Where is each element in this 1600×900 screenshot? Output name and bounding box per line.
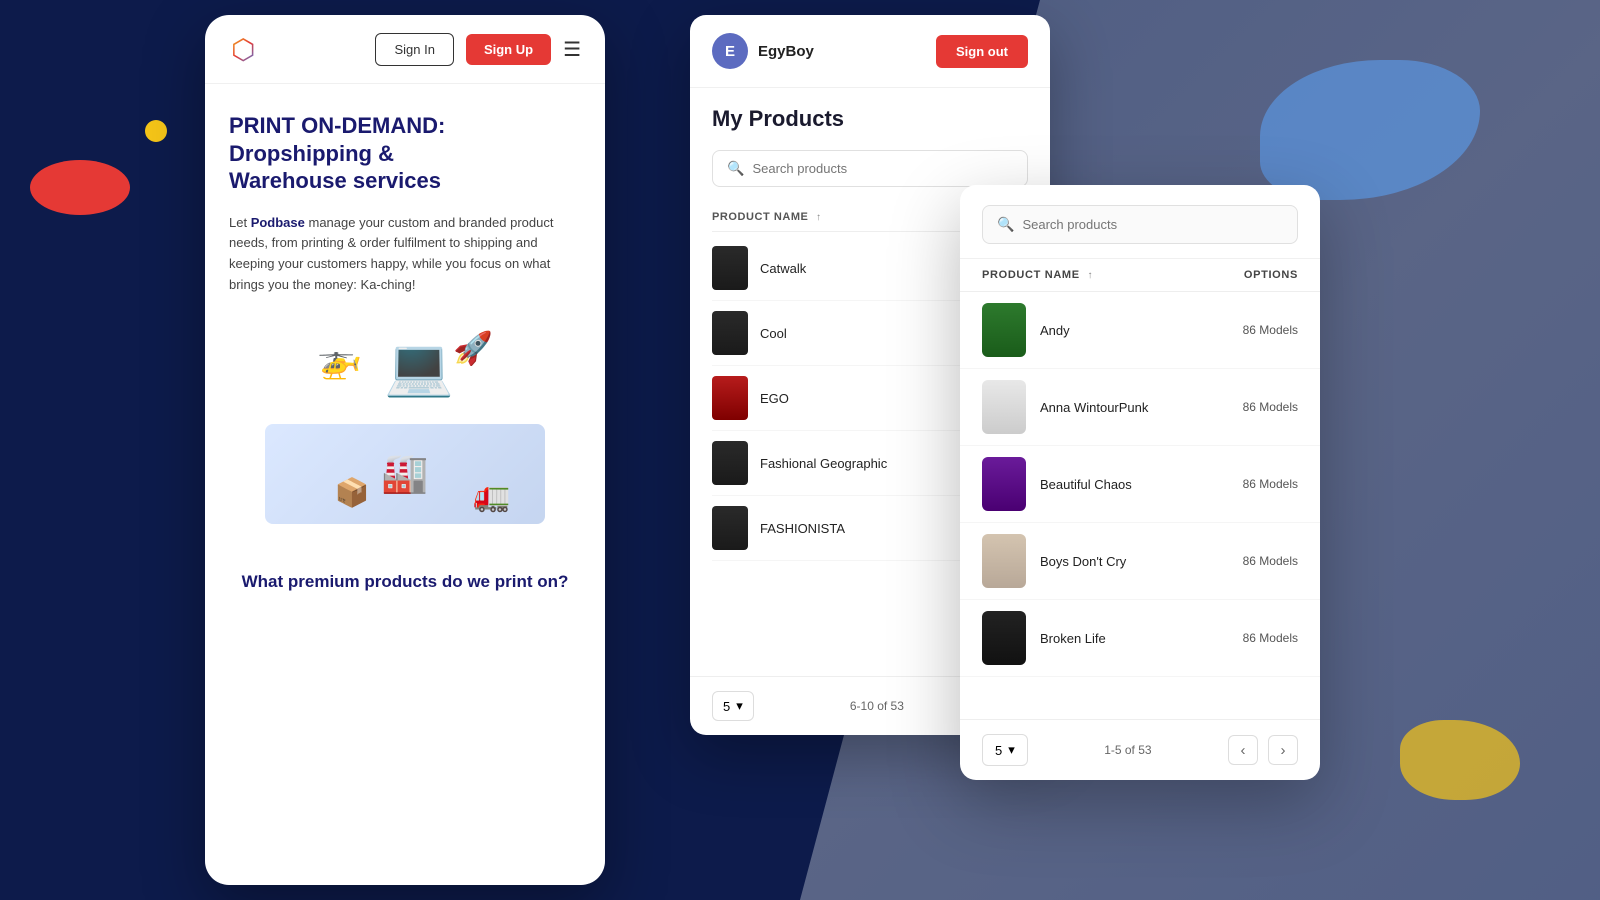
product-thumbnail (712, 376, 748, 420)
rocket-icon: 🚀 (453, 329, 493, 367)
product-thumbnail (982, 534, 1026, 588)
product-name: Broken Life (1040, 631, 1204, 646)
per-page-select[interactable]: 5 ▾ (712, 691, 754, 721)
chevron-down-icon: ▾ (736, 698, 743, 714)
hero-desc-before: Let (229, 215, 251, 230)
drone-icon: 🚁 (317, 339, 362, 381)
signin-button[interactable]: Sign In (375, 33, 453, 66)
hero-description: Let Podbase manage your custom and brand… (229, 213, 581, 296)
hero-illustration: 🚁 💻 🚀 🏭 📦 🚛 (229, 324, 581, 544)
product-name: FASHIONISTA (760, 521, 966, 536)
box-icon: 📦 (335, 476, 370, 509)
laptop-icon: 💻 (384, 334, 454, 400)
front-pagination-next-button[interactable]: › (1268, 735, 1298, 765)
logo-icon (229, 31, 265, 67)
product-name: Catwalk (760, 261, 966, 276)
per-page-value: 5 (723, 699, 730, 714)
sort-arrow-icon: ↑ (1087, 270, 1093, 281)
front-card-footer: 5 ▾ 1-5 of 53 ‹ › (960, 719, 1320, 780)
hero-title: PRINT ON-DEMAND: Dropshipping & Warehous… (229, 112, 581, 195)
product-name: EGO (760, 391, 966, 406)
product-thumbnail (712, 246, 748, 290)
product-thumbnail (712, 441, 748, 485)
col-product-name-header: PRODUCT NAME ↑ (712, 211, 968, 223)
logo-cube (231, 33, 263, 65)
product-models: 86 Models (1218, 323, 1298, 337)
nav-buttons: Sign In Sign Up ☰ (375, 33, 581, 66)
product-thumbnail (982, 457, 1026, 511)
front-products-card: 🔍 PRODUCT NAME ↑ OPTIONS Andy 86 Models … (960, 185, 1320, 780)
product-name: Fashional Geographic (760, 456, 966, 471)
front-pagination-info: 1-5 of 53 (1038, 743, 1218, 757)
products-search-bar[interactable]: 🔍 (712, 150, 1028, 187)
front-products-list: Andy 86 Models Anna WintourPunk 86 Model… (960, 292, 1320, 719)
hero-title-line3: Warehouse services (229, 168, 441, 193)
front-search-bar[interactable]: 🔍 (982, 205, 1298, 244)
user-name: EgyBoy (758, 43, 814, 60)
front-table-header: PRODUCT NAME ↑ OPTIONS (960, 259, 1320, 292)
product-models: 86 Models (1218, 477, 1298, 491)
bg-red-ellipse (30, 160, 130, 215)
product-thumbnail (982, 611, 1026, 665)
front-search-input[interactable] (1022, 217, 1283, 232)
bottom-title: What premium products do we print on? (229, 572, 581, 592)
bg-yellow-circle (145, 120, 167, 142)
user-avatar: E (712, 33, 748, 69)
product-name: Cool (760, 326, 966, 341)
table-row: Andy 86 Models (960, 292, 1320, 369)
product-name: Andy (1040, 323, 1204, 338)
product-name: Boys Don't Cry (1040, 554, 1204, 569)
front-per-page-value: 5 (995, 743, 1002, 758)
middle-card-header: E EgyBoy Sign out (690, 15, 1050, 88)
product-models: 86 Models (1218, 631, 1298, 645)
pagination-info: 6-10 of 53 (766, 699, 988, 713)
product-thumbnail (712, 506, 748, 550)
product-thumbnail (982, 303, 1026, 357)
hero-title-line2: Dropshipping & (229, 141, 394, 166)
chevron-down-icon: ▾ (1008, 742, 1015, 758)
product-thumbnail (982, 380, 1026, 434)
menu-button[interactable]: ☰ (563, 37, 581, 62)
my-products-title: My Products (712, 106, 1028, 132)
left-panel-header: Sign In Sign Up ☰ (205, 15, 605, 84)
front-pagination-prev-button[interactable]: ‹ (1228, 735, 1258, 765)
left-phone-panel: Sign In Sign Up ☰ PRINT ON-DEMAND: Drops… (205, 15, 605, 885)
search-icon: 🔍 (727, 160, 744, 177)
product-models: 86 Models (1218, 400, 1298, 414)
search-icon: 🔍 (997, 216, 1014, 233)
product-thumbnail (712, 311, 748, 355)
front-col-product-name-header: PRODUCT NAME ↑ (982, 269, 1208, 281)
left-panel-content: PRINT ON-DEMAND: Dropshipping & Warehous… (205, 84, 605, 885)
sort-arrow-icon: ↑ (816, 212, 822, 223)
table-row: Beautiful Chaos 86 Models (960, 446, 1320, 523)
table-row: Anna WintourPunk 86 Models (960, 369, 1320, 446)
front-card-search: 🔍 (960, 185, 1320, 259)
truck-icon: 🚛 (473, 479, 510, 514)
product-models: 86 Models (1218, 554, 1298, 568)
table-row: Broken Life 86 Models (960, 600, 1320, 677)
front-col-options-header: OPTIONS (1208, 269, 1298, 281)
front-per-page-select[interactable]: 5 ▾ (982, 734, 1028, 766)
product-name: Anna WintourPunk (1040, 400, 1204, 415)
signout-button[interactable]: Sign out (936, 35, 1028, 68)
products-search-input[interactable] (752, 161, 1013, 176)
brand-name: Podbase (251, 215, 305, 230)
signup-button[interactable]: Sign Up (466, 34, 551, 65)
hero-title-line1: PRINT ON-DEMAND: (229, 113, 445, 138)
table-row: Boys Don't Cry 86 Models (960, 523, 1320, 600)
product-name: Beautiful Chaos (1040, 477, 1204, 492)
